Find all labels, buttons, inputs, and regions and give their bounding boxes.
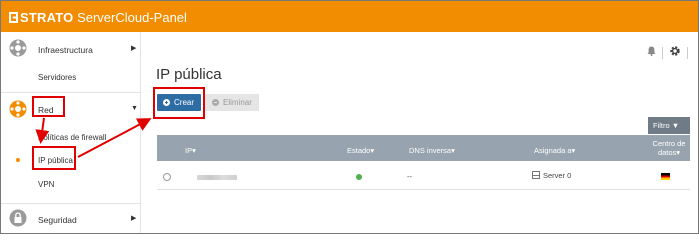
arrow-ip-to-crear [77, 118, 152, 158]
annotation-arrows [35, 117, 152, 158]
arrow-red-to-ip [35, 117, 50, 144]
